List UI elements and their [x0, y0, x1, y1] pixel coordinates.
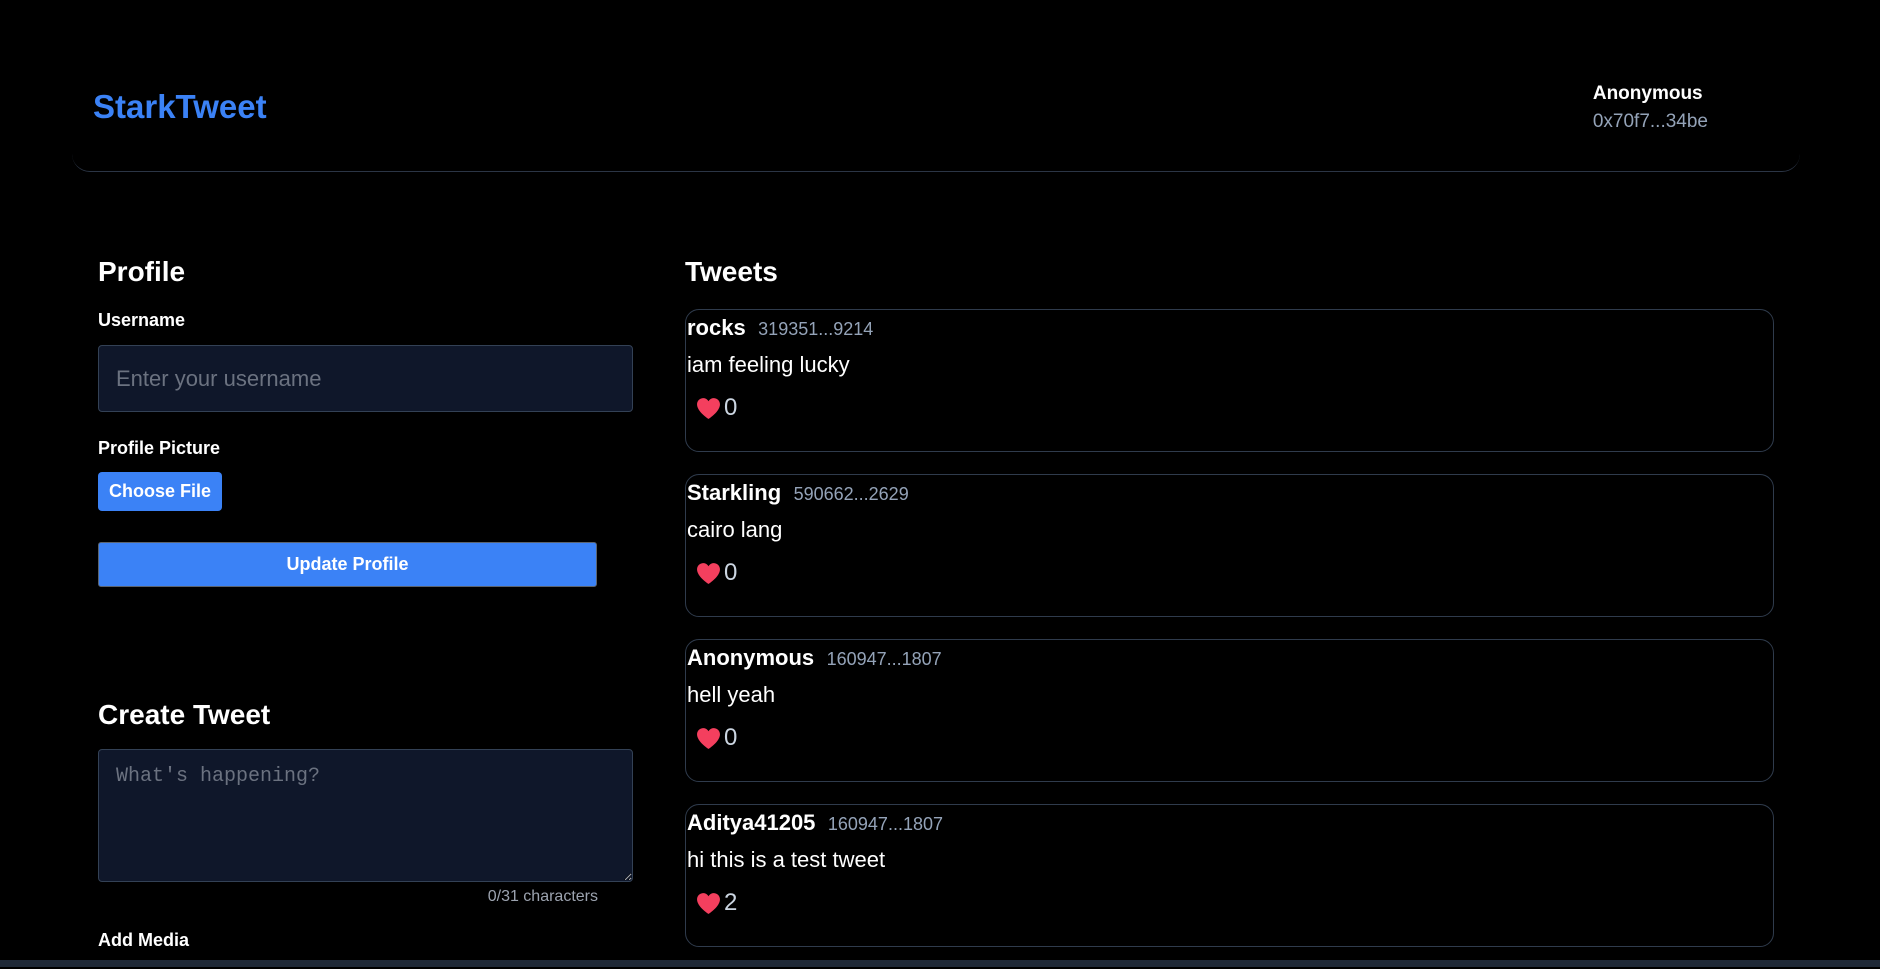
username-input[interactable]: [98, 345, 633, 412]
tweet-text: cairo lang: [687, 517, 783, 542]
char-counter: 0/31 characters: [487, 888, 598, 905]
profile-panel: Profile Username Profile Picture Choose …: [98, 256, 633, 951]
tweet-header: Aditya41205 160947...1807: [687, 810, 943, 836]
account-info[interactable]: Anonymous 0x70f7...34be: [1593, 83, 1708, 133]
tweet-header: Anonymous 160947...1807: [687, 645, 942, 671]
heart-icon: [697, 727, 720, 749]
tweet-username[interactable]: Aditya41205: [687, 810, 815, 835]
create-tweet-title: Create Tweet: [98, 699, 271, 730]
tweet-card: Anonymous 160947...1807 hell yeah 0: [685, 639, 1774, 782]
profile-title: Profile: [98, 256, 186, 287]
tweets-panel: Tweets rocks 319351...9214 iam feeling l…: [685, 256, 1774, 969]
like-count: 0: [724, 559, 738, 586]
tweet-address: 160947...1807: [827, 814, 943, 834]
tweet-address: 160947...1807: [826, 649, 942, 669]
tweet-username[interactable]: rocks: [687, 315, 746, 340]
account-name: Anonymous: [1592, 83, 1703, 104]
tweet-card: Aditya41205 160947...1807 hi this is a t…: [685, 804, 1774, 947]
tweet-textarea[interactable]: [98, 749, 633, 882]
app-header: StarkTweet Anonymous 0x70f7...34be: [72, 0, 1800, 172]
update-profile-button[interactable]: Update Profile: [98, 542, 597, 587]
tweet-card: Starkling 590662...2629 cairo lang 0: [685, 474, 1774, 617]
tweet-username[interactable]: Anonymous: [687, 645, 814, 670]
tweet-text: iam feeling lucky: [687, 352, 850, 377]
profile-picture-label: Profile Picture: [98, 438, 221, 458]
tweet-address: 319351...9214: [758, 319, 874, 339]
like-count: 0: [724, 394, 738, 421]
tweet-card: rocks 319351...9214 iam feeling lucky 0: [685, 309, 1774, 452]
like-button[interactable]: 0: [696, 394, 737, 422]
heart-icon: [697, 892, 720, 914]
like-count: 2: [724, 889, 738, 916]
like-count: 0: [724, 724, 738, 751]
tweet-text: hell yeah: [687, 682, 776, 707]
heart-icon: [697, 562, 720, 584]
like-button[interactable]: 0: [696, 559, 737, 587]
tweet-header: Starkling 590662...2629: [687, 480, 909, 506]
tweet-address: 590662...2629: [793, 484, 909, 504]
tweets-title: Tweets: [685, 256, 778, 287]
tweet-username[interactable]: Starkling: [687, 480, 781, 505]
tweet-header: rocks 319351...9214: [687, 315, 873, 341]
username-label: Username: [98, 310, 186, 330]
like-button[interactable]: 2: [696, 889, 737, 917]
add-media-label: Add Media: [98, 930, 190, 950]
like-button[interactable]: 0: [696, 724, 737, 752]
heart-icon: [697, 397, 720, 419]
horizontal-scrollbar[interactable]: [0, 960, 1880, 967]
choose-file-button[interactable]: Choose File: [98, 472, 223, 511]
tweet-text: hi this is a test tweet: [687, 847, 886, 872]
brand-logo[interactable]: StarkTweet: [93, 88, 267, 126]
account-address: 0x70f7...34be: [1592, 111, 1708, 132]
file-picker: Choose File: [98, 472, 633, 511]
